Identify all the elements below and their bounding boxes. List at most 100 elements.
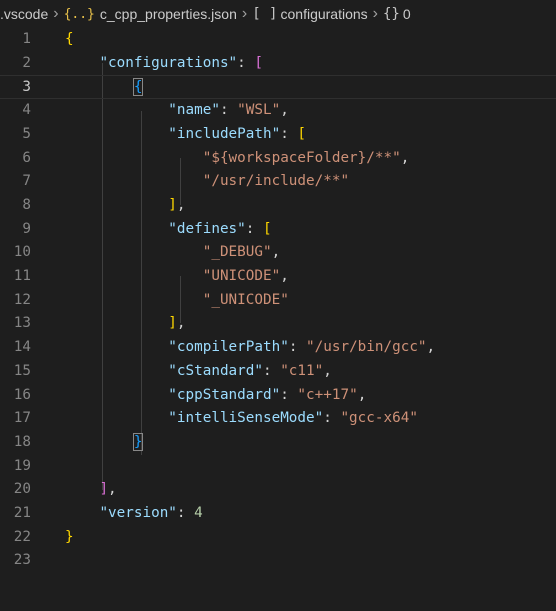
code-text[interactable]: "cStandard": "c11", <box>65 360 332 384</box>
code-line[interactable]: 14 "compilerPath": "/usr/bin/gcc", <box>0 336 556 360</box>
code-text[interactable]: "name": "WSL", <box>65 99 289 123</box>
code-line[interactable]: 18 } <box>0 431 556 455</box>
code-token: : <box>219 102 238 119</box>
line-number: 2 <box>22 54 31 71</box>
code-text[interactable]: "configurations": [ <box>65 52 263 76</box>
code-line[interactable]: 1{ <box>0 28 556 52</box>
code-line[interactable]: 13 ], <box>0 312 556 336</box>
breadcrumb-object-label: 0 <box>402 6 411 22</box>
code-token: "/usr/include/**" <box>202 173 350 190</box>
code-line[interactable]: 22} <box>0 526 556 550</box>
object-icon: {} <box>383 6 400 22</box>
code-text[interactable]: "_UNICODE" <box>65 289 289 313</box>
code-text[interactable]: "${workspaceFolder}/**", <box>65 147 410 171</box>
code-text[interactable]: "intelliSenseMode": "gcc-x64" <box>65 407 418 431</box>
code-token: , <box>108 481 117 498</box>
code-line[interactable]: 4 "name": "WSL", <box>0 99 556 123</box>
line-number: 4 <box>22 102 31 119</box>
code-token: "c11" <box>280 362 324 379</box>
code-line[interactable]: 15 "cStandard": "c11", <box>0 360 556 384</box>
breadcrumb-file-label: c_cpp_properties.json <box>99 6 237 22</box>
code-token: "intelliSenseMode" <box>168 410 324 427</box>
breadcrumb-folder-label: .vscode <box>0 6 49 22</box>
breadcrumb-configurations[interactable]: [ ] configurations <box>252 6 367 22</box>
code-token: ] <box>168 315 177 332</box>
code-line[interactable]: 20 ], <box>0 478 556 502</box>
code-line[interactable]: 6 "${workspaceFolder}/**", <box>0 147 556 171</box>
code-line[interactable]: 3 { <box>0 75 556 100</box>
code-editor[interactable]: 1{2 "configurations": [3 {4 "name": "WSL… <box>0 28 556 611</box>
code-token: "_UNICODE" <box>202 291 289 308</box>
code-line[interactable]: 23 <box>0 549 556 573</box>
code-line[interactable]: 10 "_DEBUG", <box>0 241 556 265</box>
code-line[interactable]: 11 "UNICODE", <box>0 265 556 289</box>
code-text[interactable]: "defines": [ <box>65 218 272 242</box>
code-token: : <box>280 125 298 142</box>
code-token: , <box>426 339 436 356</box>
code-token: { <box>132 78 144 97</box>
code-token: } <box>65 528 74 545</box>
code-token: { <box>65 31 74 47</box>
code-text[interactable]: "UNICODE", <box>65 265 289 289</box>
code-text[interactable]: { <box>65 28 74 52</box>
code-line[interactable]: 7 "/usr/include/**" <box>0 170 556 194</box>
line-number: 7 <box>22 173 31 190</box>
code-line[interactable]: 12 "_UNICODE" <box>0 289 556 313</box>
code-line[interactable]: 16 "cppStandard": "c++17", <box>0 384 556 408</box>
line-number: 19 <box>13 457 31 474</box>
line-number: 10 <box>13 244 31 261</box>
code-token: [ <box>262 220 272 237</box>
code-text[interactable]: ], <box>65 478 117 502</box>
code-line[interactable]: 21 "version": 4 <box>0 502 556 526</box>
line-number: 8 <box>22 196 31 213</box>
code-text[interactable]: } <box>65 526 74 550</box>
line-number: 17 <box>13 410 31 427</box>
line-number: 11 <box>13 268 31 284</box>
code-line[interactable]: 9 "defines": [ <box>0 218 556 242</box>
code-token: : <box>245 220 263 237</box>
code-text[interactable]: "/usr/include/**" <box>65 170 349 194</box>
breadcrumb-object-0[interactable]: {} 0 <box>383 6 411 22</box>
code-line[interactable]: 8 ], <box>0 194 556 218</box>
code-token: , <box>280 268 289 284</box>
code-text[interactable]: { <box>65 76 144 100</box>
code-text[interactable]: "cppStandard": "c++17", <box>65 384 366 408</box>
code-text[interactable]: } <box>65 431 144 455</box>
code-line[interactable]: 17 "intelliSenseMode": "gcc-x64" <box>0 407 556 431</box>
code-token: , <box>323 362 332 379</box>
breadcrumb-folder[interactable]: .vscode <box>0 6 48 22</box>
code-text[interactable]: ], <box>65 194 185 218</box>
breadcrumb-configurations-label: configurations <box>280 6 368 22</box>
code-text[interactable]: "_DEBUG", <box>65 241 280 265</box>
code-token: , <box>271 244 281 261</box>
code-text[interactable]: "includePath": [ <box>65 123 306 147</box>
code-text[interactable]: "compilerPath": "/usr/bin/gcc", <box>65 336 435 360</box>
line-number: 6 <box>22 149 31 166</box>
chevron-right-icon: › <box>372 5 378 22</box>
breadcrumb-file[interactable]: {..} c_cpp_properties.json <box>64 6 237 22</box>
code-line[interactable]: 2 "configurations": [ <box>0 52 556 76</box>
code-token: "WSL" <box>237 102 281 119</box>
code-token: [ <box>297 125 307 142</box>
code-token: "includePath" <box>168 125 281 142</box>
code-text[interactable]: "version": 4 <box>65 502 202 526</box>
code-token: "compilerPath" <box>168 339 289 356</box>
line-number: 14 <box>13 339 31 356</box>
code-line[interactable]: 5 "includePath": [ <box>0 123 556 147</box>
array-icon: [ ] <box>252 6 278 22</box>
code-text[interactable]: ], <box>65 312 185 336</box>
chevron-right-icon: › <box>53 5 59 22</box>
code-token: "c++17" <box>297 386 358 403</box>
code-line[interactable]: 19 <box>0 455 556 479</box>
